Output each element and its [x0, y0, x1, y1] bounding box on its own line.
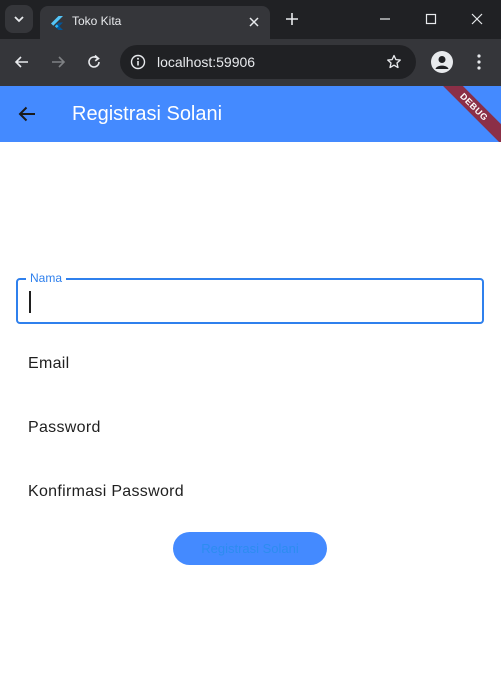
app-bar: Registrasi Solani DEBUG [0, 86, 501, 142]
close-icon [471, 13, 483, 25]
profile-avatar-icon[interactable] [431, 51, 453, 73]
minimize-button[interactable] [370, 4, 400, 34]
password-field-label: Password [28, 419, 101, 436]
maximize-icon [425, 13, 437, 25]
arrow-right-icon [52, 56, 66, 68]
chevron-down-icon [14, 16, 24, 23]
plus-icon [286, 13, 298, 25]
arrow-left-icon [14, 56, 28, 68]
browser-toolbar: localhost:59906 [0, 39, 501, 86]
flutter-logo-icon [51, 16, 63, 30]
new-tab-button[interactable] [281, 8, 303, 30]
close-window-button[interactable] [462, 4, 492, 34]
minimize-icon [380, 18, 390, 20]
tab-title: Toko Kita [72, 14, 122, 28]
text-cursor [29, 291, 31, 313]
browser-menu-icon[interactable] [467, 50, 491, 74]
reload-icon [88, 54, 100, 68]
confirm-password-field[interactable]: Konfirmasi Password [16, 471, 484, 515]
email-field-label: Email [28, 355, 70, 372]
address-bar[interactable]: localhost:59906 [120, 45, 416, 79]
register-button[interactable]: Registrasi Solani [173, 532, 327, 565]
nama-field-label: Nama [26, 271, 67, 285]
confirm-password-field-label: Konfirmasi Password [28, 483, 184, 500]
app-back-button[interactable] [14, 101, 40, 127]
password-field[interactable]: Password [16, 407, 484, 451]
debug-banner: DEBUG [430, 86, 501, 142]
address-url: localhost:59906 [157, 54, 256, 70]
register-button-label: Registrasi Solani [201, 541, 299, 556]
back-nav-button[interactable] [10, 50, 34, 74]
email-field[interactable]: Email [16, 343, 484, 387]
browser-tab[interactable]: Toko Kita [40, 6, 270, 39]
reload-button[interactable] [82, 50, 106, 74]
site-info-icon[interactable] [129, 53, 147, 71]
registration-form: Nama Email Password Konfirmasi Password … [0, 142, 501, 699]
browser-tab-strip: Toko Kita [0, 0, 501, 39]
tab-close-icon[interactable] [245, 13, 263, 31]
tab-search-button[interactable] [5, 5, 33, 33]
page-title: Registrasi Solani [72, 103, 223, 125]
nama-field[interactable]: Nama [16, 271, 484, 324]
maximize-button[interactable] [416, 4, 446, 34]
forward-nav-button[interactable] [46, 50, 70, 74]
bookmark-star-icon[interactable] [384, 52, 404, 72]
arrow-back-icon [18, 106, 35, 122]
